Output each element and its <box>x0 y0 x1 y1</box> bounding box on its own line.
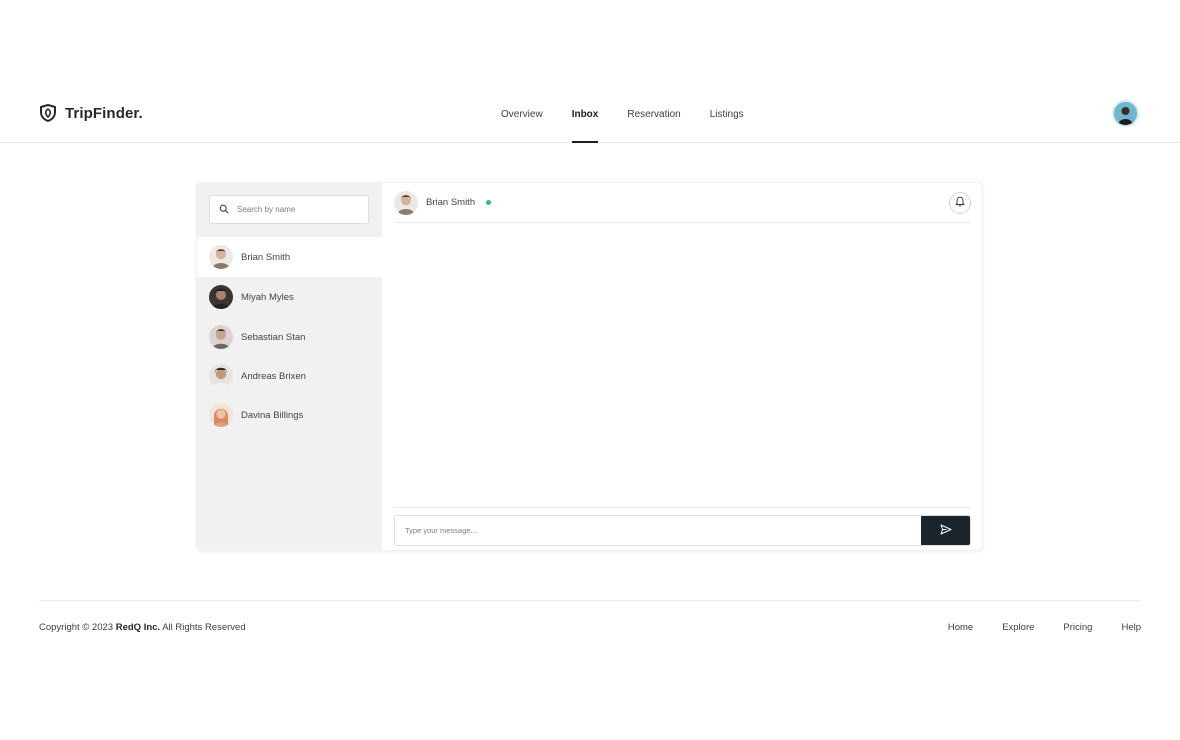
search-input[interactable] <box>237 205 357 214</box>
message-input[interactable] <box>395 516 921 545</box>
user-avatar[interactable] <box>1112 100 1139 127</box>
nav-listings[interactable]: Listings <box>710 86 744 142</box>
nav-inbox[interactable]: Inbox <box>571 86 598 143</box>
nav-reservation[interactable]: Reservation <box>627 86 680 142</box>
contact-name: Sebastian Stan <box>241 331 306 343</box>
copyright-text: Copyright © 2023 RedQ Inc. All Rights Re… <box>39 622 246 633</box>
page: TripFinder. Overview Inbox Reservation L… <box>0 0 1180 740</box>
footer-divider <box>39 600 1141 601</box>
message-list <box>394 223 971 508</box>
chat-panel: Brian Smith <box>382 183 982 550</box>
chat-contact-name: Brian Smith <box>426 197 476 208</box>
nav-overview[interactable]: Overview <box>501 86 543 142</box>
avatar <box>209 403 233 427</box>
copyright-suffix: All Rights Reserved <box>162 622 246 633</box>
contact-item-sebastian-stan[interactable]: Sebastian Stan <box>197 317 382 357</box>
inbox-card: Brian Smith Miyah Myles <box>196 182 983 551</box>
divider <box>394 507 971 508</box>
footer-link-pricing[interactable]: Pricing <box>1063 622 1092 633</box>
avatar <box>209 325 233 349</box>
brand-logo[interactable]: TripFinder. <box>38 102 143 124</box>
chat-header: Brian Smith <box>394 183 971 223</box>
footer-link-help[interactable]: Help <box>1121 622 1141 633</box>
contact-name: Andreas Brixen <box>241 370 306 382</box>
avatar <box>209 364 233 388</box>
search-box[interactable] <box>209 195 369 224</box>
search-icon <box>219 201 229 219</box>
main-nav: Overview Inbox Reservation Listings <box>501 86 744 143</box>
avatar <box>394 190 418 215</box>
footer-link-explore[interactable]: Explore <box>1002 622 1034 633</box>
contact-name: Davina Billings <box>241 409 304 421</box>
footer-link-home[interactable]: Home <box>948 622 973 633</box>
avatar <box>209 285 233 309</box>
contact-name: Miyah Myles <box>241 291 294 303</box>
contact-item-andreas-brixen[interactable]: Andreas Brixen <box>197 356 382 396</box>
send-button[interactable] <box>921 516 970 545</box>
message-composer <box>394 515 971 546</box>
notification-button[interactable] <box>949 192 971 214</box>
footer-nav: Home Explore Pricing Help <box>948 622 1141 633</box>
contact-item-brian-smith[interactable]: Brian Smith <box>197 237 382 277</box>
company-name: RedQ Inc. <box>115 622 161 633</box>
avatar <box>209 245 233 269</box>
shield-leaf-icon <box>38 103 58 123</box>
contact-item-miyah-myles[interactable]: Miyah Myles <box>197 277 382 317</box>
contact-name: Brian Smith <box>241 251 291 263</box>
bell-icon <box>955 194 965 212</box>
online-status-indicator <box>486 200 492 205</box>
copyright-prefix: Copyright © 2023 <box>39 622 114 633</box>
top-header: TripFinder. Overview Inbox Reservation L… <box>0 86 1180 143</box>
brand-name: TripFinder. <box>65 104 143 122</box>
contact-item-davina-billings[interactable]: Davina Billings <box>197 395 382 435</box>
contacts-sidebar: Brian Smith Miyah Myles <box>197 183 382 550</box>
send-icon <box>940 523 952 538</box>
